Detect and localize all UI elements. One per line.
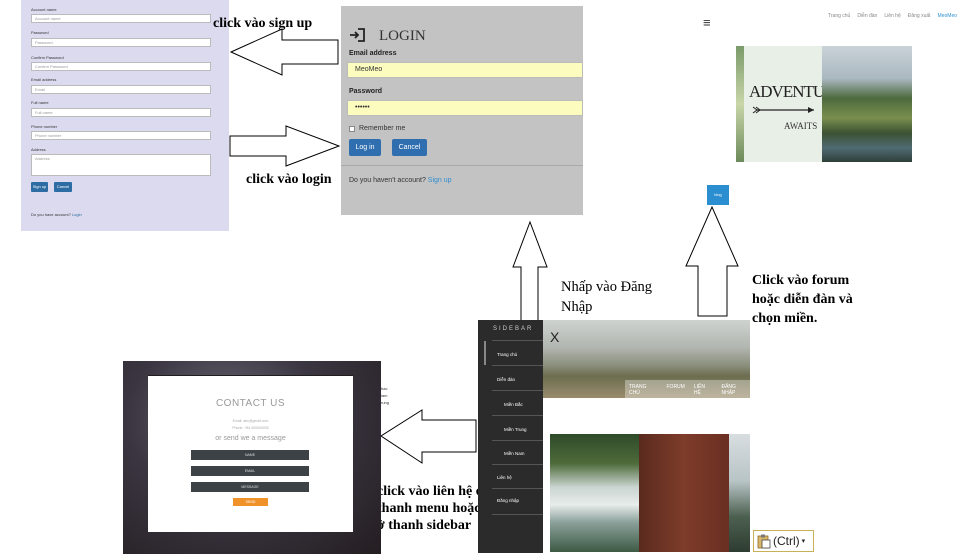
adventure-banner: ADVENTURE AWAITS xyxy=(736,46,822,162)
paste-options-button[interactable]: (Ctrl) ▾ xyxy=(753,530,814,552)
contact-card: CONTACT US Email: abc@gmail.com Phone: +… xyxy=(148,376,353,532)
contact-phone: Phone: +84 000000000 xyxy=(232,426,269,430)
contact-title: CONTACT US xyxy=(215,398,286,409)
sidebar-item-mien-trung[interactable]: Miền Trung xyxy=(504,427,527,432)
blog-button[interactable]: blog xyxy=(707,185,729,205)
contact-subtitle: or send we a message xyxy=(215,435,286,442)
contact-name-field[interactable]: NAME xyxy=(191,450,309,460)
side-text-line: bac xyxy=(381,386,388,391)
clipboard-icon xyxy=(757,534,771,548)
sidebar-divider xyxy=(492,514,543,515)
sidebar-divider xyxy=(492,340,543,341)
hero-menu-trang-chu[interactable]: TRANG CHỦ xyxy=(629,384,658,396)
close-icon[interactable]: X xyxy=(550,329,559,345)
arrow-up-to-blog xyxy=(685,205,739,317)
sidebar-item-mien-nam[interactable]: Miền Nam xyxy=(504,451,525,456)
hero-menu-dang-nhap[interactable]: ĐĂNG NHẬP xyxy=(721,384,750,396)
arrow-up-to-login xyxy=(512,220,548,322)
note-login: click vào login xyxy=(246,172,332,187)
sidebar-divider xyxy=(492,440,543,441)
sidebar-title: SIDEBAR xyxy=(493,326,534,332)
waterfall-photo xyxy=(550,434,639,552)
sidebar: SIDEBAR Trang chủ Diễn đàn Miền Bắc Miền… xyxy=(478,320,543,553)
paste-options-label: (Ctrl) xyxy=(773,534,800,548)
red-texture-photo xyxy=(639,434,729,552)
side-text-line: iam xyxy=(381,393,388,398)
sidebar-item-mien-bac[interactable]: Miền Bắc xyxy=(504,402,523,407)
sidebar-item-lien-he[interactable]: Liên hệ xyxy=(497,475,512,480)
hero-image: X TRANG CHỦ FORUM LIÊN HỆ ĐĂNG NHẬP xyxy=(543,320,750,398)
hero-menu: TRANG CHỦ FORUM LIÊN HỆ ĐĂNG NHẬP xyxy=(629,384,750,396)
note-signup: click vào sign up xyxy=(213,16,313,31)
sidebar-item-dang-nhap[interactable]: Đăng nhập xyxy=(497,498,519,503)
hero-menu-forum[interactable]: FORUM xyxy=(667,384,685,396)
sidebar-divider xyxy=(492,488,543,489)
nav-dien-dan[interactable]: Diễn đàn xyxy=(857,13,877,19)
hero-menu-lien-he[interactable]: LIÊN HỆ xyxy=(694,384,713,396)
sidebar-item-dien-dan[interactable]: Diễn đàn xyxy=(497,377,515,382)
contact-email: Email: abc@gmail.com xyxy=(232,419,269,423)
nav-dang-xuat[interactable]: Đăng xuất xyxy=(908,13,931,19)
dropdown-icon: ▾ xyxy=(801,538,806,545)
note-contact: click vào liên hệ ở thanh menu hoặc ở th… xyxy=(377,484,484,533)
sidebar-item-trang-chu[interactable]: Trang chủ xyxy=(497,352,517,357)
nav-user[interactable]: MeoMeo xyxy=(938,13,957,19)
sidebar-divider xyxy=(492,390,543,391)
sidebar-divider xyxy=(492,365,543,366)
leaf-decoration xyxy=(736,46,744,162)
lake-photo xyxy=(729,434,750,552)
banner-adventure: ADVENTURE xyxy=(749,82,822,101)
arrow-to-login xyxy=(229,125,341,167)
sidebar-divider xyxy=(492,464,543,465)
nav-lien-he[interactable]: Liên hệ xyxy=(884,13,900,19)
note-register: Nhấp vào Đăng Nhập xyxy=(561,279,653,315)
contact-email-field[interactable]: EMAIL xyxy=(191,466,309,476)
contact-side-text: bac iam rung xyxy=(381,385,389,406)
note-forum: Click vào forum hoặc diễn đàn và chọn mi… xyxy=(752,273,853,326)
sidebar-divider xyxy=(492,415,543,416)
arrow-graphic-icon xyxy=(752,106,814,114)
top-nav: Trang chủ Diễn đàn Liên hệ Đăng xuất Meo… xyxy=(828,13,957,19)
menu-icon[interactable]: ≡ xyxy=(703,15,711,30)
mountain-photo xyxy=(822,46,912,162)
banner-awaits: AWAITS xyxy=(784,121,818,131)
sidebar-active-indicator xyxy=(484,341,486,365)
contact-send-button[interactable]: SEND xyxy=(233,498,268,506)
nav-trang-chu[interactable]: Trang chủ xyxy=(828,13,850,19)
contact-message-field[interactable]: MESSAGE xyxy=(191,482,309,492)
arrow-to-signup xyxy=(229,28,339,76)
side-text-line: rung xyxy=(381,400,390,405)
arrow-to-contact xyxy=(380,409,477,464)
